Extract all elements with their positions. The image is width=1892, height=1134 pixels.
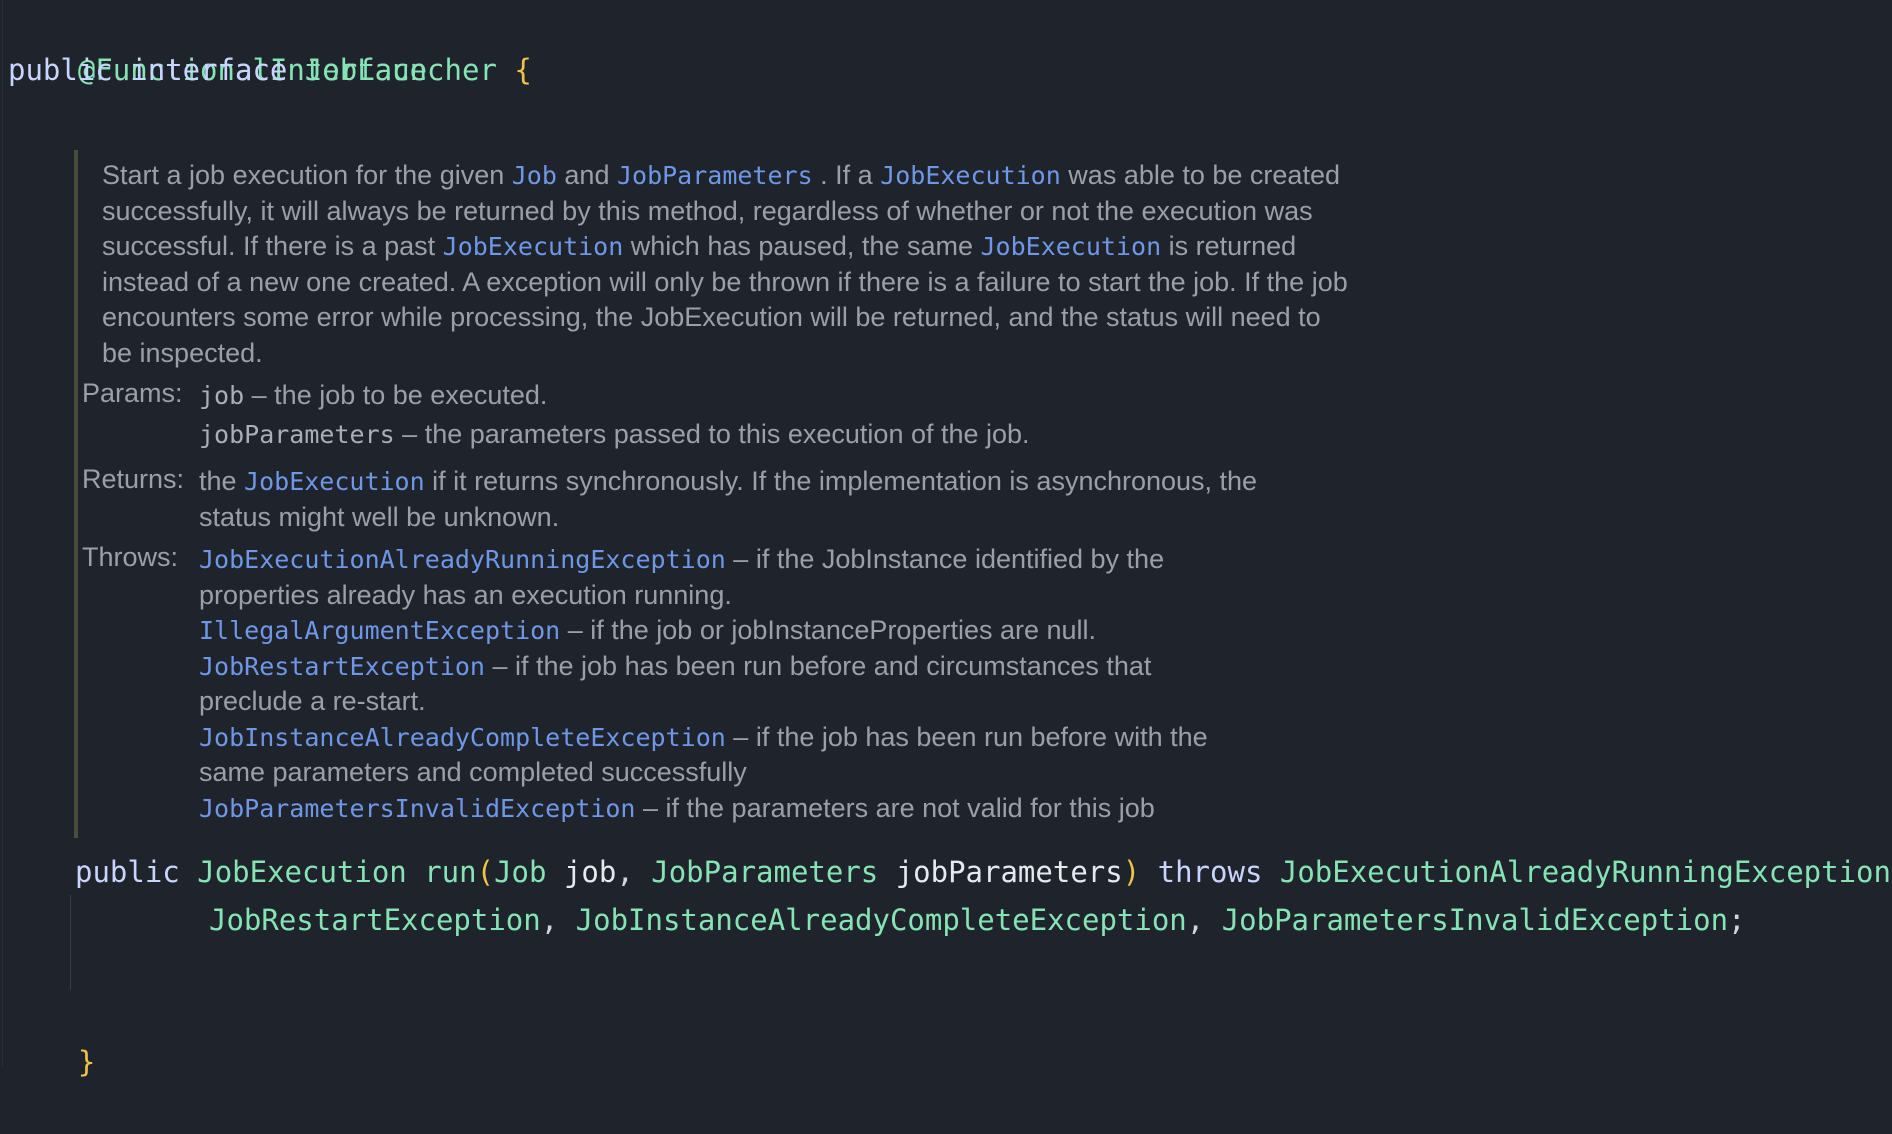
param-item: jobParameters – the parameters passed to… xyxy=(199,417,1309,452)
doc-link-jobexecution[interactable]: JobExecution xyxy=(244,467,425,496)
doc-text: . If a xyxy=(812,160,881,190)
throws-label: Throws: xyxy=(82,542,179,572)
code-line-interface-decl[interactable]: public interface JobLauncher { xyxy=(8,46,532,94)
throws-content: JobExecutionAlreadyRunningException – if… xyxy=(199,542,1259,826)
doc-text: Start a job execution for the given xyxy=(102,160,512,190)
return-type: JobExecution xyxy=(197,855,407,889)
open-paren: ( xyxy=(476,855,495,889)
params-label: Params: xyxy=(82,378,183,408)
throws-desc: – if the job or jobInstanceProperties ar… xyxy=(560,615,1097,645)
param-name: job xyxy=(199,381,245,410)
throws-item: IllegalArgumentException – if the job or… xyxy=(199,613,1259,649)
close-brace: } xyxy=(77,1045,96,1079)
param-type: Job xyxy=(494,855,547,889)
open-brace: { xyxy=(514,53,532,87)
javadoc-returns-section: Returns: the JobExecution if it returns … xyxy=(82,464,1299,535)
params-content: job – the job to be executed. jobParamet… xyxy=(199,378,1309,452)
keyword-public: public xyxy=(8,53,113,87)
param-type: JobParameters xyxy=(651,855,879,889)
doc-text: and xyxy=(556,160,617,190)
keyword-public: public xyxy=(75,855,180,889)
comma: , xyxy=(616,855,634,889)
doc-link-jobexecution[interactable]: JobExecution xyxy=(880,161,1061,190)
javadoc-description: Start a job execution for the given Job … xyxy=(102,158,1352,371)
doc-link-exception[interactable]: IllegalArgumentException xyxy=(199,616,560,645)
method-name: run xyxy=(424,855,477,889)
close-paren: ) xyxy=(1122,855,1141,889)
semicolon: ; xyxy=(1728,903,1746,937)
throws-item: JobInstanceAlreadyCompleteException – if… xyxy=(199,720,1259,791)
code-line-close-brace[interactable]: } xyxy=(8,990,95,1134)
exception-type: JobRestartException xyxy=(209,903,541,937)
editor-left-border xyxy=(2,0,3,1066)
throws-item: JobParametersInvalidException – if the p… xyxy=(199,791,1259,827)
exception-type: JobInstanceAlreadyCompleteException xyxy=(575,903,1187,937)
returns-text: the xyxy=(199,466,245,496)
param-name: job xyxy=(563,855,617,889)
throws-item: JobExecutionAlreadyRunningException – if… xyxy=(199,542,1259,613)
doc-text: which has paused, the same xyxy=(623,231,981,261)
comma: , xyxy=(540,903,559,937)
comma: , xyxy=(1186,903,1205,937)
keyword-interface: interface xyxy=(130,53,288,87)
doc-link-job[interactable]: Job xyxy=(512,161,557,190)
returns-content: the JobExecution if it returns synchrono… xyxy=(199,464,1299,535)
doc-link-exception[interactable]: JobRestartException xyxy=(199,652,485,681)
exception-type: JobParametersInvalidException xyxy=(1221,903,1729,937)
throws-desc: – if the parameters are not valid for th… xyxy=(635,792,1155,823)
code-line-method-throws-cont[interactable]: JobRestartException, JobInstanceAlreadyC… xyxy=(209,896,1746,944)
returns-label: Returns: xyxy=(82,464,185,494)
doc-link-exception[interactable]: JobInstanceAlreadyCompleteException xyxy=(199,723,726,752)
code-line-method-signature[interactable]: public JobExecution run(Job job, JobPara… xyxy=(75,848,1892,896)
param-item: job – the job to be executed. xyxy=(199,378,1309,413)
doc-link-exception[interactable]: JobParametersInvalidException xyxy=(199,794,636,823)
javadoc-block: Start a job execution for the given Job … xyxy=(74,150,1358,838)
javadoc-throws-section: Throws: JobExecutionAlreadyRunningExcept… xyxy=(82,542,1259,826)
throws-item: JobRestartException – if the job has bee… xyxy=(199,649,1259,720)
code-editor[interactable]: @FunctionalInterface public interface Jo… xyxy=(0,0,1892,1079)
doc-link-jobexecution[interactable]: JobExecution xyxy=(981,232,1162,261)
keyword-throws: throws xyxy=(1157,855,1263,889)
class-name: JobLauncher xyxy=(304,53,497,87)
param-desc: – the parameters passed to this executio… xyxy=(394,419,1030,449)
indent-guide xyxy=(70,895,71,990)
doc-link-jobexecution[interactable]: JobExecution xyxy=(443,232,624,261)
param-desc: – the job to be executed. xyxy=(244,380,548,410)
doc-link-jobparameters[interactable]: JobParameters xyxy=(617,161,813,190)
param-name: jobParameters xyxy=(199,420,395,449)
doc-link-exception[interactable]: JobExecutionAlreadyRunningException xyxy=(199,545,726,574)
param-name: jobParameters xyxy=(895,855,1123,889)
javadoc-params-section: Params: job – the job to be executed. jo… xyxy=(82,378,1309,452)
exception-type: JobExecutionAlreadyRunningException xyxy=(1279,855,1891,889)
